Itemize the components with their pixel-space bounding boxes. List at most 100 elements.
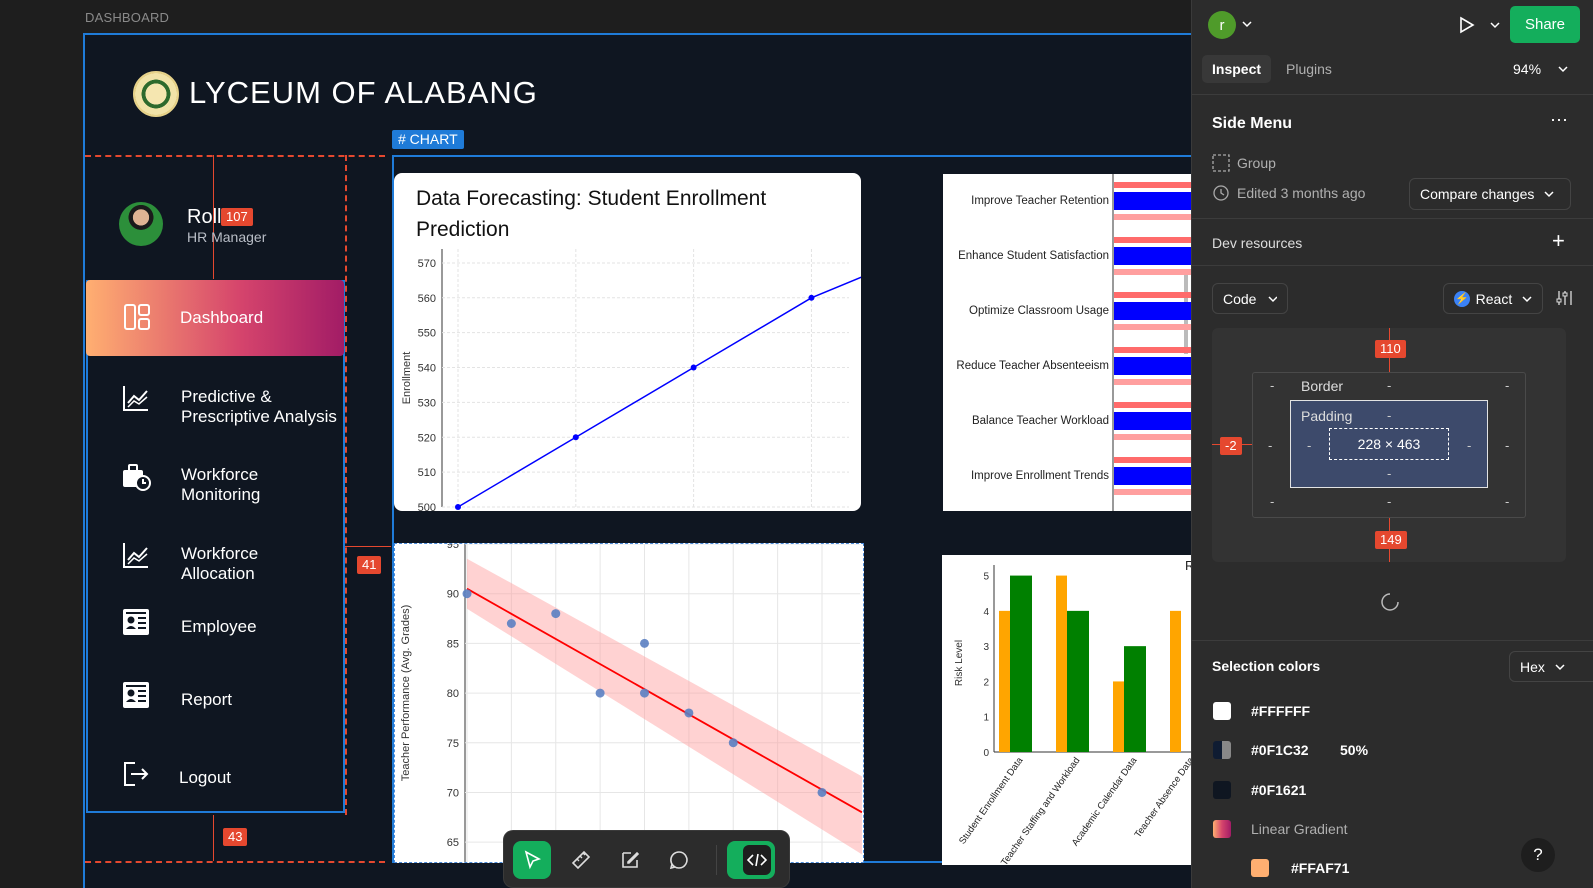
measure-tool-button[interactable]: [562, 841, 600, 879]
teacher-performance-card[interactable]: 65 70 75 80 85 90 95 Teacher Performance (Avg. …: [394, 539, 864, 863]
y-tick-label: 90: [447, 589, 459, 601]
tab-inspect[interactable]: Inspect: [1202, 55, 1272, 83]
enrollment-forecast-card[interactable]: Data Forecasting: Student Enrollment Pre…: [394, 173, 861, 511]
inspect-panel: r Share Inspect Plugins 94% Side Menu ⋯ …: [1191, 0, 1593, 888]
bar: [1113, 681, 1124, 752]
measure-badge-right: 41: [357, 556, 382, 574]
color-hex[interactable]: #0F1C32: [1251, 742, 1309, 758]
color-swatch[interactable]: [1213, 741, 1231, 759]
play-icon[interactable]: [1456, 15, 1476, 35]
category-label: Balance Teacher Workload: [972, 415, 1109, 427]
enrollment-series-line: [457, 276, 861, 508]
y-tick-label: 95: [447, 544, 459, 551]
design-canvas[interactable]: DASHBOARD LYCEUM OF ALABANG 107 41 43 Ro…: [0, 0, 1211, 888]
settings-sliders-icon[interactable]: [1555, 289, 1573, 307]
chart-line-icon: [123, 386, 148, 411]
color-hex[interactable]: #FFFFFF: [1251, 703, 1310, 719]
regression-line: [466, 587, 863, 814]
color-format-label: Hex: [1520, 658, 1545, 675]
color-hex[interactable]: Linear Gradient: [1251, 821, 1348, 837]
user-avatar[interactable]: r: [1208, 11, 1236, 39]
color-swatch[interactable]: [1213, 820, 1231, 838]
toolbar-divider: [716, 845, 717, 875]
nav-predictive-analysis[interactable]: Predictive & Prescriptive Analysis: [85, 375, 344, 451]
data-point: [506, 619, 516, 628]
nav-dashboard[interactable]: Dashboard: [86, 280, 344, 356]
move-tool-button[interactable]: [513, 841, 551, 879]
zoom-level[interactable]: 94%: [1513, 61, 1541, 77]
code-label: Code: [1223, 290, 1257, 307]
y-tick-label: 3: [983, 642, 989, 653]
risk-assessment-card[interactable]: Risk Assessme012345Risk LevelStudent Enr…: [942, 555, 1209, 868]
group-icon: [1212, 154, 1230, 172]
section-title: Side Menu: [1212, 115, 1293, 132]
ruler-icon: [571, 850, 591, 870]
goals-bar-chart-card[interactable]: Improve Teacher Retention Enhance Student…: [943, 174, 1209, 511]
x-tick-label: Academic Calendar Data: [1070, 755, 1140, 848]
data-point: [455, 504, 461, 510]
add-icon[interactable]: +: [1552, 228, 1565, 254]
color-swatch[interactable]: [1213, 781, 1231, 799]
tab-plugins[interactable]: Plugins: [1286, 61, 1332, 77]
chart-frame-tag[interactable]: # CHART: [392, 130, 464, 149]
bottom-toolbar: [503, 830, 790, 888]
divider: [1192, 640, 1593, 641]
dev-mode-toggle[interactable]: [727, 841, 775, 879]
color-swatch[interactable]: [1213, 702, 1231, 720]
y-axis-label: Risk Level: [954, 640, 965, 686]
y-tick-label: 570: [418, 258, 436, 270]
logout-icon: [124, 762, 149, 786]
chevron-down-icon[interactable]: [1242, 20, 1252, 28]
nav-workforce-monitoring[interactable]: Workforce Monitoring: [85, 453, 344, 529]
share-button[interactable]: Share: [1510, 6, 1580, 43]
data-point: [640, 688, 649, 698]
nav-label: Report: [181, 690, 233, 709]
data-point: [572, 434, 579, 441]
color-hex[interactable]: #FFAF71: [1291, 860, 1349, 876]
y-tick-label: 0: [983, 748, 989, 759]
padding-bottom-value: -: [1387, 466, 1392, 481]
help-button[interactable]: ?: [1521, 838, 1555, 872]
more-options-icon[interactable]: ⋯: [1550, 110, 1568, 131]
nav-report[interactable]: Report: [85, 668, 344, 744]
data-point: [817, 787, 827, 797]
data-point: [551, 609, 561, 619]
chevron-down-icon[interactable]: [1490, 21, 1500, 29]
nav-employee[interactable]: Employee: [85, 595, 344, 671]
code-dropdown[interactable]: Code: [1212, 283, 1288, 314]
data-point: [808, 294, 815, 301]
category-label: Improve Enrollment Trends: [971, 470, 1109, 482]
y-tick-label: 550: [418, 328, 436, 340]
color-swatch[interactable]: [1251, 859, 1269, 877]
y-tick-label: 70: [447, 787, 459, 799]
y-tick-label: 4: [983, 607, 989, 618]
chart-line-icon: [123, 543, 148, 568]
dashboard-frame[interactable]: LYCEUM OF ALABANG 107 41 43 Roll HR Mana…: [83, 33, 1211, 888]
category-label: Enhance Student Satisfaction: [958, 250, 1109, 262]
box-model-diagram: 110 -2 149 Border - - - - - - - - Paddin…: [1212, 328, 1566, 562]
frame-label[interactable]: DASHBOARD: [85, 10, 169, 25]
comment-tool-button[interactable]: [660, 841, 698, 879]
compare-changes-button[interactable]: Compare changes: [1409, 178, 1571, 210]
guide-left: [345, 155, 347, 815]
color-format-dropdown[interactable]: Hex: [1509, 651, 1593, 682]
nav-label: Logout: [179, 768, 231, 787]
annotate-tool-button[interactable]: [611, 841, 649, 879]
bar: [999, 610, 1010, 752]
user-avatar[interactable]: [119, 202, 163, 246]
padding-right-value: -: [1467, 438, 1472, 453]
category-label: Improve Teacher Retention: [971, 195, 1109, 207]
color-hex[interactable]: #0F1621: [1251, 782, 1306, 798]
chevron-down-icon[interactable]: [1558, 65, 1568, 73]
measure-line-bottom: [213, 815, 214, 861]
y-tick-label: 65: [447, 837, 459, 849]
framework-dropdown[interactable]: ⚡ React: [1443, 283, 1543, 314]
bar: [1010, 575, 1032, 752]
border-top-right-value: -: [1505, 378, 1510, 393]
measure-badge-top: 107: [221, 208, 253, 226]
divider: [1192, 265, 1593, 266]
school-name: LYCEUM OF ALABANG: [189, 75, 538, 110]
history-icon: [1213, 185, 1229, 201]
chevron-down-icon: [1555, 663, 1565, 670]
nav-logout[interactable]: Logout: [85, 745, 344, 821]
